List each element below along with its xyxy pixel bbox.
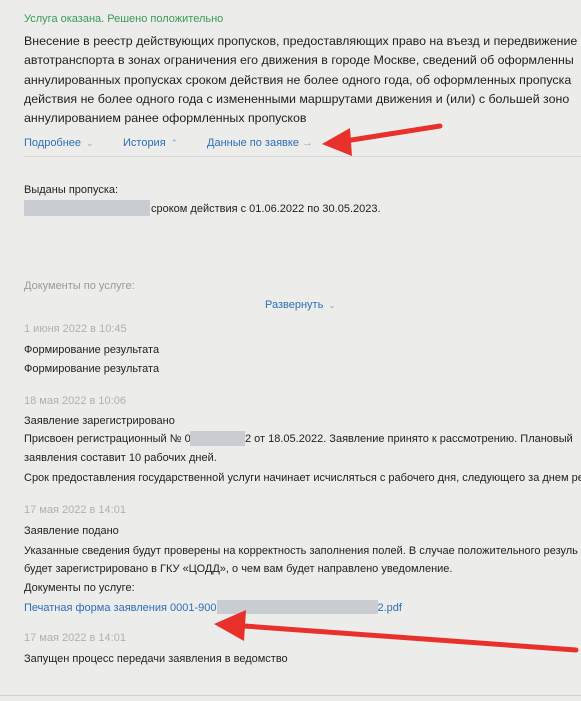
event-line: Запущен процесс передачи заявления в вед… — [24, 653, 288, 665]
chevron-up-icon: ⌃ — [170, 138, 179, 148]
redacted-reg-number — [190, 431, 245, 446]
service-card: Услуга оказана. Решено положительно Внес… — [0, 0, 581, 695]
issued-text: сроком действия с 01.06.2022 по 30.05.20… — [151, 203, 381, 215]
divider — [24, 156, 581, 157]
event-line: Присвоен регистрационный № 0 — [24, 433, 191, 445]
chevron-down-icon: ⌄ — [328, 300, 336, 310]
event-line: заявления составит 10 рабочих дней. — [24, 452, 217, 464]
event-line: Заявление подано — [24, 525, 119, 537]
redacted-pass-number — [24, 200, 150, 216]
title-line: аннулированных пропусках сроком действия… — [24, 72, 572, 87]
request-data-label: Данные по заявке — [207, 137, 299, 149]
expand-label: Развернуть — [265, 299, 324, 311]
chevron-down-icon: ⌄ — [86, 138, 94, 148]
event-line: Указанные сведения будут проверены на ко… — [24, 545, 578, 557]
status-text: Услуга оказана. Решено положительно — [24, 13, 224, 25]
event-line: Формирование результата — [24, 363, 160, 375]
print-form-link-end: 2.pdf — [377, 602, 402, 614]
documents-label: Документы по услуге: — [24, 280, 135, 292]
event-date: 18 мая 2022 в 10:06 — [24, 395, 126, 407]
history-link[interactable]: История ⌃ — [123, 137, 178, 149]
print-form-link[interactable]: Печатная форма заявления 0001-900 2.pdf — [24, 600, 402, 614]
title-line: действия не более одного года с измененн… — [24, 91, 570, 106]
title-line: аннулированием ранее оформленных пропуск… — [24, 111, 307, 126]
arrow-right-icon: → — [302, 137, 314, 149]
event-date: 17 мая 2022 в 14:01 — [24, 504, 126, 516]
more-link-label: Подробнее — [24, 137, 82, 149]
event-line: Формирование результата — [24, 344, 160, 356]
bottom-divider — [0, 695, 581, 696]
issued-label: Выданы пропуска: — [24, 184, 119, 196]
event-line: Заявление зарегистрировано — [24, 415, 175, 427]
print-form-link-start: Печатная форма заявления 0001-900 — [24, 602, 217, 614]
event-line: Срок предоставления государственной услу… — [24, 472, 581, 484]
request-data-link[interactable]: Данные по заявке → — [207, 137, 313, 149]
service-title: Внесение в реестр действующих пропусков,… — [24, 32, 581, 128]
title-line: автотранспорта в зонах ограничения его д… — [24, 53, 574, 68]
event-date: 1 июня 2022 в 10:45 — [24, 323, 127, 335]
event-date: 17 мая 2022 в 14:01 — [24, 632, 126, 644]
more-link[interactable]: Подробнее ⌄ — [24, 137, 94, 149]
redacted-file-number — [216, 600, 378, 614]
event-line: 2 от 18.05.2022. Заявление принято к рас… — [245, 433, 573, 445]
docs-label: Документы по услуге: — [24, 582, 135, 594]
history-link-label: История — [123, 137, 166, 149]
event-line: будет зарегистрировано в ГКУ «ЦОДД», о ч… — [24, 563, 453, 575]
expand-link[interactable]: Развернуть ⌄ — [265, 299, 336, 311]
title-line: Внесение в реестр действующих пропусков,… — [24, 34, 578, 48]
